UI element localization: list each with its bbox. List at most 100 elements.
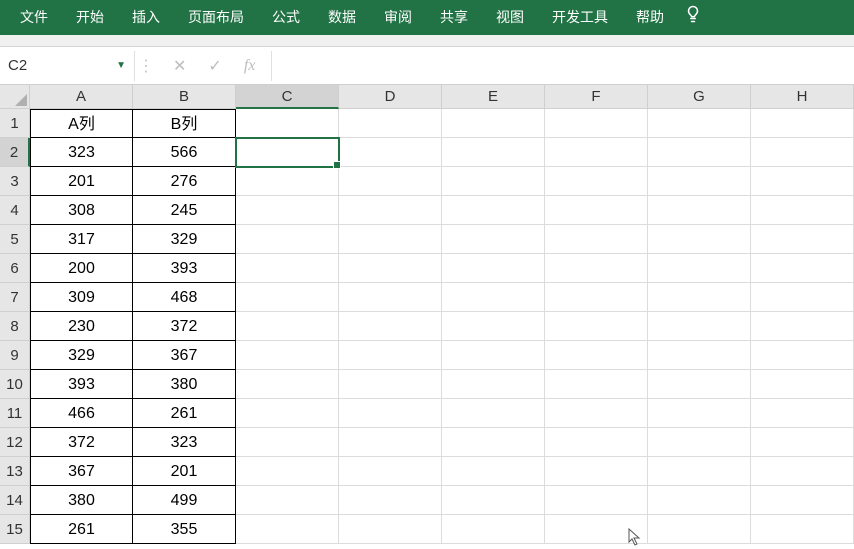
select-all-corner[interactable] bbox=[0, 85, 30, 109]
cell-E11[interactable] bbox=[442, 399, 545, 428]
cell-H12[interactable] bbox=[751, 428, 854, 457]
row-header-12[interactable]: 12 bbox=[0, 428, 30, 457]
ribbon-tab-share[interactable]: 共享 bbox=[426, 0, 482, 35]
cell-B10[interactable]: 380 bbox=[133, 370, 236, 399]
cell-C12[interactable] bbox=[236, 428, 339, 457]
cell-B14[interactable]: 499 bbox=[133, 486, 236, 515]
cell-B3[interactable]: 276 bbox=[133, 167, 236, 196]
col-header-B[interactable]: B bbox=[133, 85, 236, 109]
cell-F3[interactable] bbox=[545, 167, 648, 196]
fx-icon[interactable]: fx bbox=[244, 57, 256, 75]
cell-C15[interactable] bbox=[236, 515, 339, 544]
cell-F13[interactable] bbox=[545, 457, 648, 486]
cell-E7[interactable] bbox=[442, 283, 545, 312]
cell-B13[interactable]: 201 bbox=[133, 457, 236, 486]
cell-D1[interactable] bbox=[339, 109, 442, 138]
cell-E15[interactable] bbox=[442, 515, 545, 544]
cell-D12[interactable] bbox=[339, 428, 442, 457]
cell-A8[interactable]: 230 bbox=[30, 312, 133, 341]
row-header-13[interactable]: 13 bbox=[0, 457, 30, 486]
row-header-4[interactable]: 4 bbox=[0, 196, 30, 225]
cell-H10[interactable] bbox=[751, 370, 854, 399]
ribbon-tab-review[interactable]: 审阅 bbox=[370, 0, 426, 35]
col-header-G[interactable]: G bbox=[648, 85, 751, 109]
cell-C5[interactable] bbox=[236, 225, 339, 254]
cell-F6[interactable] bbox=[545, 254, 648, 283]
row-header-9[interactable]: 9 bbox=[0, 341, 30, 370]
cell-C6[interactable] bbox=[236, 254, 339, 283]
cell-C4[interactable] bbox=[236, 196, 339, 225]
cell-H15[interactable] bbox=[751, 515, 854, 544]
cell-E8[interactable] bbox=[442, 312, 545, 341]
cell-G10[interactable] bbox=[648, 370, 751, 399]
cell-A1[interactable]: A列 bbox=[30, 109, 133, 138]
row-header-2[interactable]: 2 bbox=[0, 138, 30, 167]
cell-G6[interactable] bbox=[648, 254, 751, 283]
cell-A10[interactable]: 393 bbox=[30, 370, 133, 399]
cell-H5[interactable] bbox=[751, 225, 854, 254]
cell-E10[interactable] bbox=[442, 370, 545, 399]
cell-B15[interactable]: 355 bbox=[133, 515, 236, 544]
cell-D13[interactable] bbox=[339, 457, 442, 486]
cell-B11[interactable]: 261 bbox=[133, 399, 236, 428]
cell-D6[interactable] bbox=[339, 254, 442, 283]
cell-E2[interactable] bbox=[442, 138, 545, 167]
cell-E5[interactable] bbox=[442, 225, 545, 254]
name-box-dropdown-icon[interactable]: ▼ bbox=[116, 60, 126, 71]
col-header-C[interactable]: C bbox=[236, 85, 339, 109]
cell-F15[interactable] bbox=[545, 515, 648, 544]
col-header-D[interactable]: D bbox=[339, 85, 442, 109]
cell-A6[interactable]: 200 bbox=[30, 254, 133, 283]
cell-H9[interactable] bbox=[751, 341, 854, 370]
row-header-7[interactable]: 7 bbox=[0, 283, 30, 312]
cell-H1[interactable] bbox=[751, 109, 854, 138]
row-header-6[interactable]: 6 bbox=[0, 254, 30, 283]
cell-A13[interactable]: 367 bbox=[30, 457, 133, 486]
cell-C8[interactable] bbox=[236, 312, 339, 341]
cell-B9[interactable]: 367 bbox=[133, 341, 236, 370]
ribbon-tab-file[interactable]: 文件 bbox=[6, 0, 62, 35]
cell-H11[interactable] bbox=[751, 399, 854, 428]
cell-D2[interactable] bbox=[339, 138, 442, 167]
cell-C14[interactable] bbox=[236, 486, 339, 515]
cell-B2[interactable]: 566 bbox=[133, 138, 236, 167]
cell-E9[interactable] bbox=[442, 341, 545, 370]
cell-E14[interactable] bbox=[442, 486, 545, 515]
tell-me-icon[interactable] bbox=[684, 0, 702, 35]
ribbon-tab-layout[interactable]: 页面布局 bbox=[174, 0, 258, 35]
ribbon-tab-home[interactable]: 开始 bbox=[62, 0, 118, 35]
cell-A2[interactable]: 323 bbox=[30, 138, 133, 167]
cell-E3[interactable] bbox=[442, 167, 545, 196]
cell-H6[interactable] bbox=[751, 254, 854, 283]
cell-G15[interactable] bbox=[648, 515, 751, 544]
col-header-H[interactable]: H bbox=[751, 85, 854, 109]
cell-C9[interactable] bbox=[236, 341, 339, 370]
row-header-11[interactable]: 11 bbox=[0, 399, 30, 428]
ribbon-tab-data[interactable]: 数据 bbox=[314, 0, 370, 35]
cell-A12[interactable]: 372 bbox=[30, 428, 133, 457]
cell-G4[interactable] bbox=[648, 196, 751, 225]
cell-H8[interactable] bbox=[751, 312, 854, 341]
confirm-icon[interactable]: ✓ bbox=[208, 56, 221, 76]
cell-C3[interactable] bbox=[236, 167, 339, 196]
cell-G14[interactable] bbox=[648, 486, 751, 515]
cell-D9[interactable] bbox=[339, 341, 442, 370]
cell-D10[interactable] bbox=[339, 370, 442, 399]
cell-A9[interactable]: 329 bbox=[30, 341, 133, 370]
cell-D4[interactable] bbox=[339, 196, 442, 225]
row-header-14[interactable]: 14 bbox=[0, 486, 30, 515]
cell-E6[interactable] bbox=[442, 254, 545, 283]
ribbon-tab-help[interactable]: 帮助 bbox=[622, 0, 678, 35]
cell-C2[interactable] bbox=[236, 138, 339, 167]
cell-F12[interactable] bbox=[545, 428, 648, 457]
row-header-10[interactable]: 10 bbox=[0, 370, 30, 399]
cell-G3[interactable] bbox=[648, 167, 751, 196]
cell-B1[interactable]: B列 bbox=[133, 109, 236, 138]
cell-C1[interactable] bbox=[236, 109, 339, 138]
cancel-icon[interactable]: ✕ bbox=[173, 56, 186, 76]
cell-B12[interactable]: 323 bbox=[133, 428, 236, 457]
cell-D5[interactable] bbox=[339, 225, 442, 254]
cell-D14[interactable] bbox=[339, 486, 442, 515]
cell-D7[interactable] bbox=[339, 283, 442, 312]
cell-E13[interactable] bbox=[442, 457, 545, 486]
